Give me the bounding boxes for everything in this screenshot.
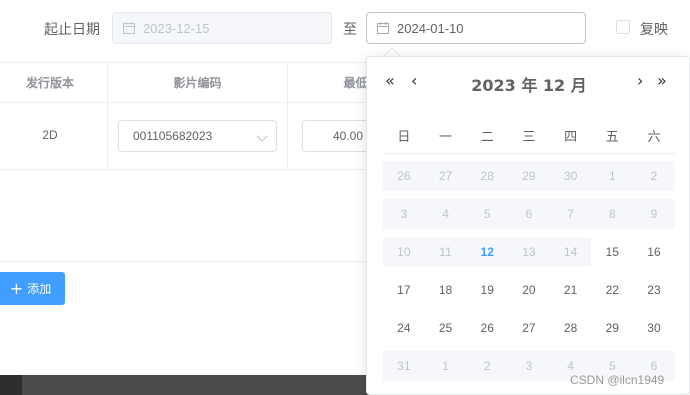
cell-version: 2D bbox=[42, 128, 58, 142]
calendar-day: 1 bbox=[591, 161, 634, 191]
calendar-day[interactable]: 28 bbox=[550, 313, 592, 343]
calendar-day: 7 bbox=[549, 199, 592, 229]
weekday-label: 六 bbox=[647, 130, 661, 145]
calendar-icon bbox=[377, 22, 389, 34]
calendar-day[interactable]: 24 bbox=[383, 313, 425, 343]
date-range-label: 起止日期 bbox=[44, 22, 100, 38]
film-code-select[interactable]: 001105682023 bbox=[118, 120, 277, 152]
calendar-day: 6 bbox=[508, 199, 550, 229]
background-edge bbox=[0, 375, 22, 395]
to-label: 至 bbox=[343, 22, 357, 38]
table-bottom-border bbox=[0, 261, 380, 262]
calendar-day[interactable]: 30 bbox=[633, 313, 675, 343]
calendar-day[interactable]: 20 bbox=[508, 275, 550, 305]
end-date-input[interactable]: 2024-01-10 bbox=[366, 12, 586, 44]
rerun-checkbox[interactable] bbox=[616, 20, 630, 34]
calendar-day: 1 bbox=[424, 351, 467, 381]
plus-icon: + bbox=[9, 278, 24, 298]
date-picker-panel: « ‹ 2023 年 12 月 › » 日 一 二 三 四 五 六 26 27 28… bbox=[366, 56, 690, 395]
add-button-label: 添加 bbox=[27, 282, 52, 296]
calendar-day: 5 bbox=[466, 199, 509, 229]
calendar-week-row: 10 11 12 13 14 15 16 bbox=[383, 233, 675, 271]
calendar-day[interactable]: 16 bbox=[633, 237, 675, 267]
calendar-week-row: 26 27 28 29 30 1 2 bbox=[383, 157, 675, 195]
calendar-day: 3 bbox=[383, 199, 425, 229]
calendar-day: 8 bbox=[591, 199, 634, 229]
calendar-day: 3 bbox=[508, 351, 550, 381]
table-top-border bbox=[0, 62, 380, 63]
film-code-value: 001105682023 bbox=[133, 129, 213, 143]
film-table: 发行版本 影片编码 最低 2D 001105682023 40.00 bbox=[0, 62, 392, 262]
calendar-day: 26 bbox=[383, 161, 425, 191]
calendar-day: 31 bbox=[383, 351, 425, 381]
calendar-day: 30 bbox=[549, 161, 592, 191]
weekday-label: 二 bbox=[480, 130, 494, 145]
calendar-day[interactable]: 17 bbox=[383, 275, 425, 305]
start-date-input[interactable]: 2023-12-15 bbox=[112, 12, 332, 44]
weekday-label: 四 bbox=[564, 130, 578, 145]
calendar-day-today: 12 bbox=[466, 237, 509, 267]
calendar-day[interactable]: 15 bbox=[591, 237, 633, 267]
weekday-divider bbox=[383, 153, 675, 154]
calendar-day[interactable]: 19 bbox=[466, 275, 508, 305]
header-film-code: 影片编码 bbox=[173, 76, 222, 90]
calendar-day[interactable]: 22 bbox=[591, 275, 633, 305]
next-month-button[interactable]: › bbox=[637, 71, 643, 90]
weekday-label: 三 bbox=[522, 130, 536, 145]
table-row-border bbox=[0, 169, 380, 170]
header-version: 发行版本 bbox=[25, 76, 74, 90]
calendar-week-row: 17 18 19 20 21 22 23 bbox=[383, 271, 675, 309]
calendar-day[interactable]: 26 bbox=[466, 313, 508, 343]
calendar-day: 29 bbox=[508, 161, 550, 191]
next-year-button[interactable]: » bbox=[657, 71, 667, 90]
start-date-value: 2023-12-15 bbox=[143, 20, 210, 36]
calendar-day: 27 bbox=[424, 161, 467, 191]
calendar-day[interactable]: 18 bbox=[425, 275, 467, 305]
table-header-border bbox=[0, 102, 380, 103]
calendar-day[interactable]: 29 bbox=[591, 313, 633, 343]
calendar-day[interactable]: 25 bbox=[425, 313, 467, 343]
rerun-checkbox-label[interactable]: 复映 bbox=[640, 19, 668, 39]
calendar-day: 13 bbox=[508, 237, 550, 267]
end-date-value: 2024-01-10 bbox=[397, 20, 464, 36]
calendar-day: 2 bbox=[466, 351, 509, 381]
weekday-label: 五 bbox=[605, 130, 619, 145]
weekday-label: 日 bbox=[397, 130, 411, 145]
calendar-icon bbox=[123, 22, 135, 34]
calendar-day: 28 bbox=[466, 161, 509, 191]
calendar-day[interactable]: 21 bbox=[550, 275, 592, 305]
chevron-down-icon bbox=[256, 130, 268, 142]
calendar-day-grid: 26 27 28 29 30 1 2 3 4 5 6 7 8 9 10 11 12 13 14 15 16 17 18 19 2… bbox=[383, 157, 675, 385]
calendar-day[interactable]: 27 bbox=[508, 313, 550, 343]
calendar-week-row: 24 25 26 27 28 29 30 bbox=[383, 309, 675, 347]
weekday-header: 日 一 二 三 四 五 六 bbox=[383, 126, 675, 145]
calendar-day: 4 bbox=[424, 199, 467, 229]
calendar-day[interactable]: 23 bbox=[633, 275, 675, 305]
calendar-day: 11 bbox=[424, 237, 467, 267]
calendar-day: 2 bbox=[633, 161, 675, 191]
calendar-week-row: 3456789 bbox=[383, 195, 675, 233]
calendar-day: 14 bbox=[549, 237, 592, 267]
background-overlay-strip bbox=[0, 375, 370, 395]
add-button[interactable]: + 添加 bbox=[0, 272, 65, 305]
calendar-day: 9 bbox=[633, 199, 675, 229]
min-price-value: 40.00 bbox=[333, 129, 364, 143]
weekday-label: 一 bbox=[439, 130, 453, 145]
calendar-day: 10 bbox=[383, 237, 425, 267]
watermark-text: CSDN @ilcn1949 bbox=[570, 373, 665, 387]
